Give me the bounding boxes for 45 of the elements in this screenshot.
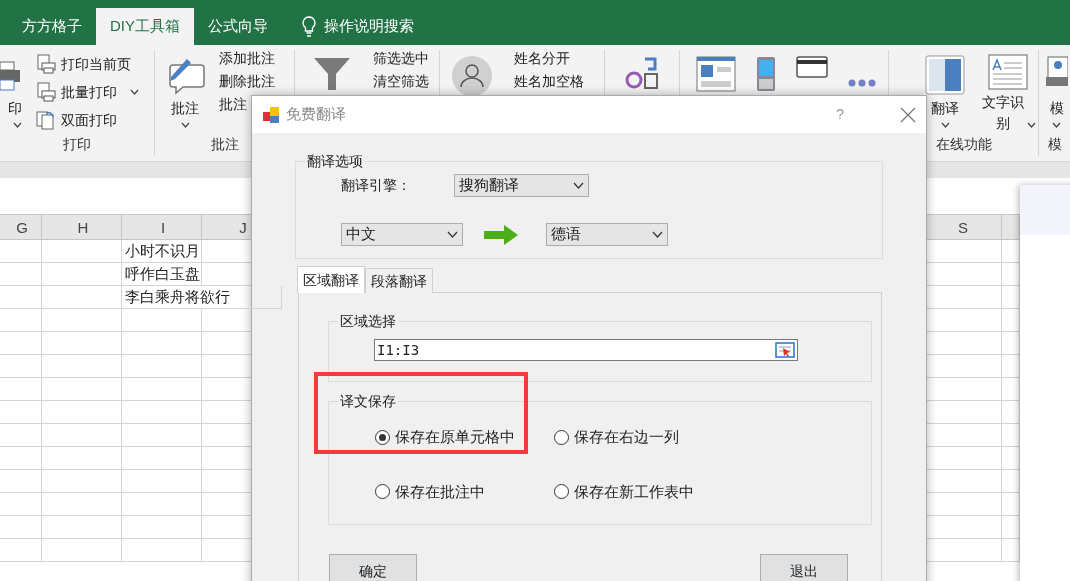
ribbon-tab[interactable]: DIY工具箱: [96, 8, 194, 45]
option-label[interactable]: 保存在新工作表中: [574, 480, 694, 503]
ribbon-button-label[interactable]: 打印当前页: [61, 53, 131, 75]
dialog-button[interactable]: 退出: [760, 554, 848, 581]
ribbon-button-label[interactable]: 翻译: [931, 100, 959, 116]
column-header[interactable]: G: [0, 215, 42, 240]
group-label: 模: [1047, 136, 1062, 153]
dropdown[interactable]: 德语: [546, 223, 668, 246]
group-label: 批注: [210, 136, 239, 153]
window-title: 免费翻译: [286, 104, 347, 125]
dialog-tab[interactable]: 段落翻译: [365, 268, 433, 293]
ribbon-button-label[interactable]: 姓名加空格: [514, 71, 584, 92]
ribbon-button-label[interactable]: 印: [8, 100, 22, 116]
ribbon-button-label[interactable]: 批量打印: [61, 81, 117, 103]
ribbon-button-label[interactable]: 清空筛选: [373, 71, 429, 92]
column-header[interactable]: H: [42, 215, 122, 240]
dialog-tab[interactable]: 区域翻译: [297, 266, 365, 293]
ribbon-button-label[interactable]: 模: [1049, 100, 1064, 116]
option-label[interactable]: 保存在原单元格中: [395, 426, 515, 449]
ribbon-button-label[interactable]: 双面打印: [61, 109, 117, 131]
ribbon-button-label[interactable]: 删除批注: [219, 71, 275, 92]
range-input-field[interactable]: I1:I3: [374, 339, 798, 361]
ribbon-button-label[interactable]: 批注: [219, 94, 247, 115]
ribbon-button-label[interactable]: 文字识别: [980, 92, 1025, 135]
ribbon-button-label[interactable]: 添加批注: [219, 50, 275, 69]
group-title: 译文保存: [338, 392, 398, 410]
search-field[interactable]: 操作说明搜索: [288, 8, 428, 45]
dropdown[interactable]: 中文: [341, 223, 463, 246]
group-title: 区域选择: [338, 312, 398, 330]
table-cell[interactable]: 小时不识月: [122, 240, 202, 263]
engine-label: 翻译引擎：: [341, 176, 412, 195]
group-label: 在线功能: [935, 136, 992, 153]
ribbon-button-label[interactable]: 姓名分开: [514, 50, 570, 69]
option-label[interactable]: 保存在批注中: [395, 480, 485, 503]
option-label[interactable]: 保存在右边一列: [574, 426, 679, 449]
dialog-button[interactable]: 确定: [329, 554, 417, 581]
ribbon-button-label[interactable]: 筛选选中: [373, 50, 429, 69]
ribbon-tab[interactable]: 公式向导: [194, 8, 282, 45]
column-header[interactable]: I: [122, 215, 202, 240]
dropdown[interactable]: 搜狗翻译: [454, 174, 589, 197]
group-title: 翻译选项: [305, 152, 365, 170]
table-cell[interactable]: 呼作白玉盘: [122, 263, 202, 286]
ribbon-button-label[interactable]: 批注: [171, 100, 199, 116]
ribbon-tab[interactable]: 方方格子: [8, 8, 96, 45]
group-label: 打印: [63, 136, 91, 153]
